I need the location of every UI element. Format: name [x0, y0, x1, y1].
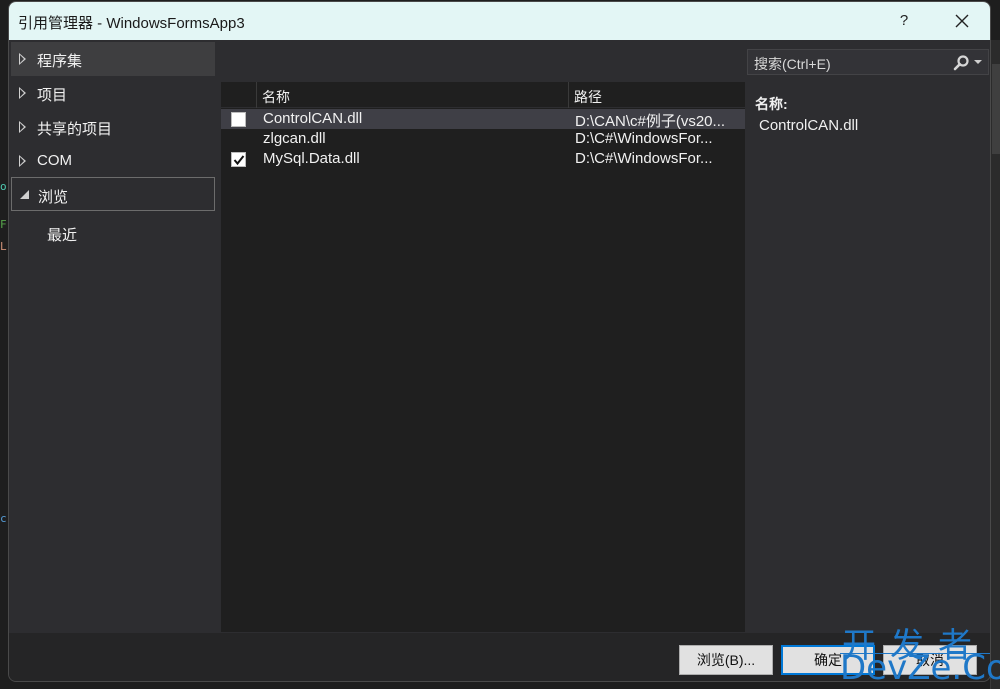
nav-item-label: COM: [37, 152, 72, 169]
checkmark-icon: [233, 155, 245, 166]
column-header-label: 路径: [574, 89, 602, 105]
help-button[interactable]: ?: [889, 8, 919, 34]
row-name: MySql.Data.dll: [263, 150, 360, 167]
bg-scrollbar-thumb: [992, 64, 1000, 154]
reference-list: 名称 路径 ControlCAN.dll D:\CAN\c#例子(vs20...…: [221, 82, 745, 632]
search-options-dropdown-icon[interactable]: [974, 60, 982, 64]
expand-arrow-icon[interactable]: [19, 87, 26, 99]
collapse-arrow-icon[interactable]: [20, 190, 29, 199]
nav-item-com[interactable]: COM: [11, 144, 215, 178]
dialog-footer: 浏览(B)... 确定 取消: [9, 632, 990, 681]
close-icon: [955, 14, 969, 28]
search-icon[interactable]: [952, 54, 970, 72]
bg-code-fragment: F: [0, 218, 7, 231]
close-button[interactable]: [944, 8, 980, 34]
search-box[interactable]: 搜索(Ctrl+E): [747, 49, 989, 75]
expand-arrow-icon[interactable]: [19, 121, 26, 133]
expand-arrow-icon[interactable]: [19, 53, 26, 65]
nav-subitem-recent[interactable]: 最近: [47, 224, 77, 245]
nav-item-projects[interactable]: 项目: [11, 76, 215, 110]
expand-arrow-icon[interactable]: [19, 155, 26, 167]
window-title: 引用管理器 - WindowsFormsApp3: [18, 15, 245, 32]
nav-item-label: 浏览: [38, 189, 69, 206]
ok-button[interactable]: 确定: [781, 645, 875, 675]
details-panel: 名称: ControlCAN.dll: [755, 94, 858, 134]
bg-code-fragment: o: [0, 180, 7, 193]
reference-manager-dialog: 引用管理器 - WindowsFormsApp3 ? 程序集 项目 共享的项目: [8, 1, 991, 682]
column-header-path[interactable]: 路径: [569, 82, 745, 108]
list-header: 名称 路径: [221, 82, 745, 108]
row-path: D:\C#\WindowsFor...: [575, 130, 713, 147]
row-checkbox[interactable]: [231, 112, 246, 127]
row-name: zlgcan.dll: [263, 130, 326, 147]
column-header-check[interactable]: [221, 82, 257, 108]
browse-button[interactable]: 浏览(B)...: [679, 645, 773, 675]
list-row[interactable]: MySql.Data.dll D:\C#\WindowsFor...: [221, 149, 745, 169]
row-name: ControlCAN.dll: [263, 110, 363, 127]
bg-code-fragment: L: [0, 240, 7, 253]
nav-item-label: 项目: [37, 87, 68, 104]
title-bar: 引用管理器 - WindowsFormsApp3 ?: [9, 2, 990, 40]
bg-code-fragment: c: [0, 512, 7, 525]
row-checkbox[interactable]: [231, 152, 246, 167]
column-header-label: 名称: [262, 89, 290, 105]
nav-item-browse[interactable]: 浏览: [11, 177, 215, 211]
nav-item-label: 共享的项目: [37, 121, 113, 138]
list-row[interactable]: ControlCAN.dll D:\CAN\c#例子(vs20...: [221, 109, 745, 130]
dialog-body: 程序集 项目 共享的项目 COM 浏览 最近 搜索(Ctrl+E) 名称 路径 …: [9, 40, 990, 632]
column-header-name[interactable]: 名称: [257, 82, 569, 108]
nav-item-assemblies[interactable]: 程序集: [11, 42, 215, 76]
nav-item-label: 程序集: [37, 53, 83, 70]
details-label: 名称:: [755, 96, 788, 112]
row-path: D:\C#\WindowsFor...: [575, 150, 713, 167]
search-input[interactable]: 搜索(Ctrl+E): [754, 54, 831, 74]
cancel-button[interactable]: 取消: [883, 645, 977, 675]
details-value: ControlCAN.dll: [759, 117, 859, 134]
nav-item-shared-projects[interactable]: 共享的项目: [11, 110, 215, 144]
row-path: D:\CAN\c#例子(vs20...: [575, 113, 726, 130]
nav-tree: 程序集 项目 共享的项目 COM 浏览 最近: [9, 40, 215, 632]
list-row[interactable]: zlgcan.dll D:\C#\WindowsFor...: [221, 129, 745, 149]
